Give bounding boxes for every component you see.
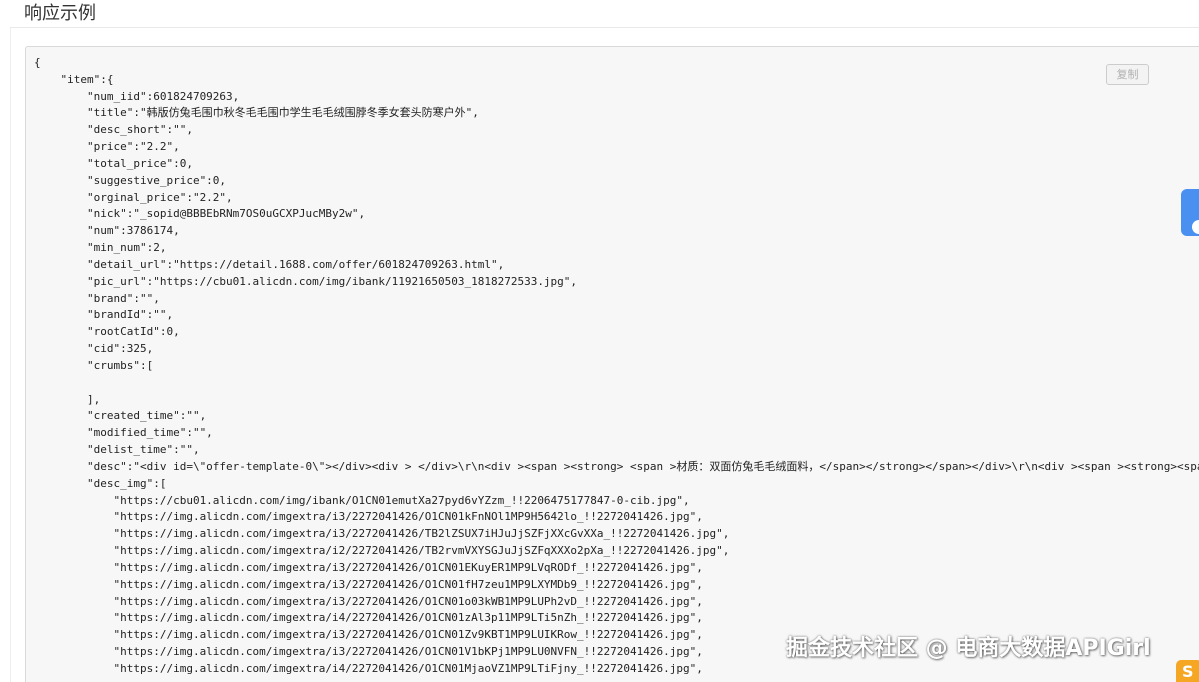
code-line: "min_num":2, [34, 241, 167, 255]
code-line: "modified_time":"", [34, 426, 213, 440]
code-line: "desc_img":[ [34, 476, 167, 490]
code-line: "created_time":"", [34, 409, 207, 423]
code-line: "price":"2.2", [34, 140, 180, 154]
code-line: "item":{ [34, 72, 114, 86]
left-border [10, 28, 11, 682]
code-line: "desc_short":"", [34, 123, 193, 137]
code-line: "https://img.alicdn.com/imgextra/i4/2272… [34, 661, 703, 675]
code-line: "cid":325, [34, 342, 154, 356]
code-line: "https://img.alicdn.com/imgextra/i2/2272… [34, 544, 730, 558]
code-line: "brandId":"", [34, 308, 174, 322]
user-icon [1192, 220, 1199, 234]
code-lines: { "item":{ "num_iid":601824709263, "titl… [34, 55, 1199, 678]
code-line: "detail_url":"https://detail.1688.com/of… [34, 257, 505, 271]
code-line: "https://img.alicdn.com/imgextra/i3/2272… [34, 594, 703, 608]
code-line: "https://img.alicdn.com/imgextra/i3/2272… [34, 577, 703, 591]
code-line: "https://img.alicdn.com/imgextra/i4/2272… [34, 611, 703, 625]
code-line: "crumbs":[ [34, 358, 154, 372]
code-line: "rootCatId":0, [34, 325, 180, 339]
title-divider [10, 27, 1199, 28]
code-line: "https://img.alicdn.com/imgextra/i3/2272… [34, 560, 703, 574]
code-line: "num_iid":601824709263, [34, 89, 240, 103]
section-title: 响应示例 [24, 3, 96, 24]
code-line: ], [34, 392, 101, 406]
code-line: { [34, 56, 41, 69]
code-line: "https://img.alicdn.com/imgextra/i3/2272… [34, 510, 703, 524]
watermark: 掘金技术社区 @ 电商大数据APIGirl [786, 636, 1151, 661]
code-line: "pic_url":"https://cbu01.alicdn.com/img/… [34, 274, 578, 288]
code-line: "desc":"<div id=\"offer-template-0\"></d… [34, 459, 1199, 473]
code-line: "num":3786174, [34, 224, 180, 238]
copy-button[interactable]: 复制 [1106, 64, 1149, 85]
code-line: "https://cbu01.alicdn.com/img/ibank/O1CN… [34, 493, 690, 507]
response-code-block[interactable]: { "item":{ "num_iid":601824709263, "titl… [25, 46, 1199, 682]
code-line: "suggestive_price":0, [34, 173, 227, 187]
code-line: "orginal_price":"2.2", [34, 190, 233, 204]
code-line: "brand":"", [34, 291, 160, 305]
code-line: "total_price":0, [34, 156, 193, 170]
code-line: "delist_time":"", [34, 443, 200, 457]
code-line: "nick":"_sopid@BBBEbRNm7OS0uGCXPJucMBy2w… [34, 207, 366, 221]
code-line: "https://img.alicdn.com/imgextra/i3/2272… [34, 527, 730, 541]
corner-logo-glyph: S [1182, 662, 1194, 681]
api-doc-page: 响应示例 { "item":{ "num_iid":601824709263, … [0, 0, 1199, 682]
code-line: "title":"韩版仿兔毛围巾秋冬毛毛围巾学生毛毛绒围脖冬季女套头防寒户外", [34, 106, 479, 120]
